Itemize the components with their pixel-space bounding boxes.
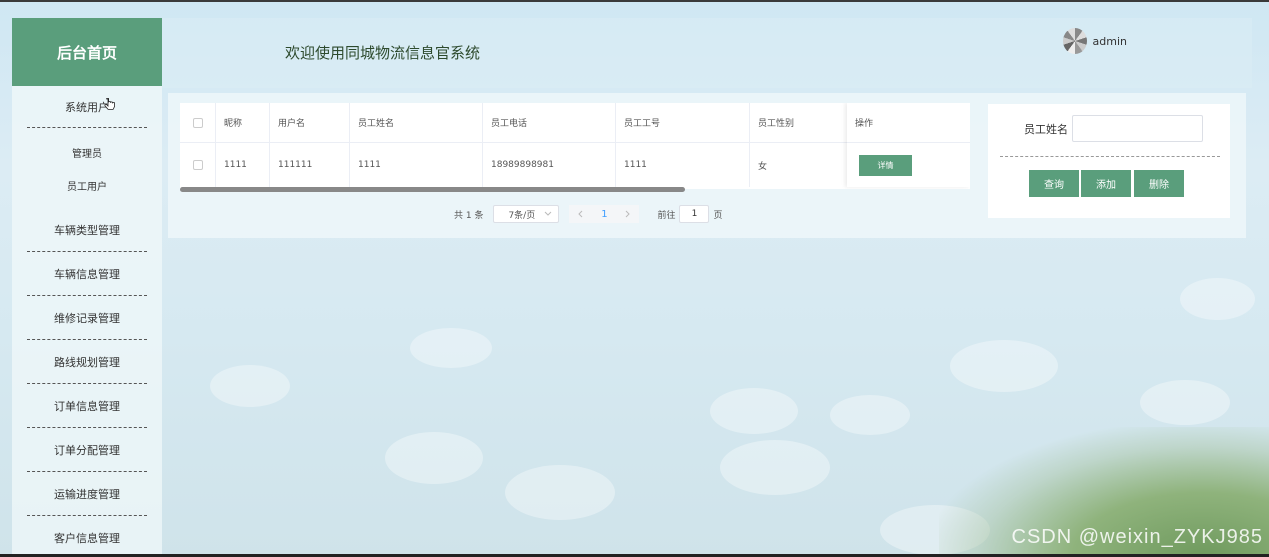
- top-header: 欢迎使用同城物流信息官系统 admin: [162, 18, 1252, 88]
- action-cell: 详情: [847, 143, 970, 187]
- user-menu[interactable]: admin: [1062, 28, 1127, 54]
- cell-nickname: 1111: [216, 143, 270, 187]
- search-label: 员工姓名: [1024, 123, 1068, 136]
- window-frame-top: [0, 0, 1269, 2]
- sidebar-subitem-label: 员工用户: [67, 182, 107, 193]
- sidebar-item-label: 车辆类型管理: [54, 224, 120, 237]
- background-bokeh: [210, 365, 290, 407]
- sidebar-subitem-label: 管理员: [72, 149, 102, 160]
- select-all-cell: [180, 103, 216, 142]
- sidebar-item-order-info[interactable]: 订单信息管理: [12, 384, 162, 428]
- chevron-down-icon: [545, 211, 552, 216]
- sidebar-item-label: 订单分配管理: [54, 444, 120, 457]
- submenu-system-users: 管理员 员工用户: [12, 128, 162, 208]
- background-bokeh: [950, 340, 1058, 392]
- sidebar-subitem-admin[interactable]: 管理员: [12, 136, 162, 169]
- page-number-current[interactable]: 1: [601, 209, 607, 220]
- sidebar-subitem-employee-users[interactable]: 员工用户: [12, 169, 162, 202]
- page-title: 欢迎使用同城物流信息官系统: [285, 44, 481, 62]
- hand-cursor-icon: [104, 98, 115, 110]
- background-bokeh: [720, 440, 830, 495]
- cell-employee-name: 1111: [350, 143, 483, 187]
- sidebar-item-order-assignment[interactable]: 订单分配管理: [12, 428, 162, 472]
- row-checkbox[interactable]: [192, 160, 203, 170]
- page-size-select[interactable]: 7条/页: [493, 205, 560, 223]
- goto-page-input[interactable]: 1: [679, 205, 710, 223]
- column-header-employee-phone[interactable]: 员工电话: [483, 103, 616, 142]
- employee-name-search-input[interactable]: [1072, 115, 1203, 142]
- column-header-employee-number[interactable]: 员工工号: [616, 103, 750, 142]
- search-panel: 员工姓名 查询 添加 删除: [988, 104, 1230, 218]
- column-header-username[interactable]: 用户名: [270, 103, 350, 142]
- background-bokeh: [1140, 380, 1230, 425]
- avatar[interactable]: [1062, 28, 1087, 54]
- column-header-actions: 操作: [847, 103, 970, 143]
- background-bokeh: [830, 395, 910, 435]
- brand-label: 后台首页: [56, 43, 117, 62]
- cell-employee-phone: 18989898981: [483, 143, 616, 187]
- sidebar-item-label: 维修记录管理: [54, 312, 120, 325]
- query-button[interactable]: 查询: [1029, 170, 1079, 197]
- column-header-employee-name[interactable]: 员工姓名: [350, 103, 483, 142]
- chevron-right-icon[interactable]: [625, 210, 631, 218]
- sidebar: 后台首页 系统用户 管理员 员工用户 车辆类型管理 车辆信息管理 维修记录管理 …: [12, 18, 162, 557]
- background-bokeh: [385, 432, 483, 484]
- select-all-checkbox[interactable]: [192, 117, 203, 128]
- page-navigator: 1: [569, 205, 640, 223]
- delete-button[interactable]: 删除: [1134, 170, 1184, 197]
- data-table: 昵称 用户名 员工姓名 员工电话 员工工号 员工性别 1111 111111 1…: [180, 103, 970, 189]
- main-content: 昵称 用户名 员工姓名 员工电话 员工工号 员工性别 1111 111111 1…: [168, 93, 1246, 238]
- sidebar-item-label: 客户信息管理: [54, 532, 120, 545]
- sidebar-brand-home[interactable]: 后台首页: [12, 18, 162, 86]
- detail-button[interactable]: 详情: [859, 154, 912, 176]
- add-button[interactable]: 添加: [1081, 170, 1131, 197]
- column-header-employee-gender[interactable]: 员工性别: [750, 103, 850, 142]
- cell-employee-number: 1111: [616, 143, 750, 187]
- page-size-value: 7条/页: [508, 210, 536, 221]
- chevron-left-icon[interactable]: [577, 210, 583, 218]
- pagination-total: 共 1 条: [454, 210, 484, 221]
- background-bokeh: [505, 465, 615, 520]
- background-bokeh: [710, 388, 798, 434]
- sidebar-item-label: 运输进度管理: [54, 488, 120, 501]
- cell-username: 111111: [270, 143, 350, 187]
- sidebar-item-vehicle-info[interactable]: 车辆信息管理: [12, 252, 162, 296]
- table-horizontal-scrollbar[interactable]: [180, 187, 685, 192]
- sidebar-item-vehicle-type[interactable]: 车辆类型管理: [12, 208, 162, 252]
- background-bokeh: [410, 328, 492, 368]
- sidebar-item-route-planning[interactable]: 路线规划管理: [12, 340, 162, 384]
- sidebar-item-system-users[interactable]: 系统用户: [12, 86, 162, 128]
- watermark: CSDN @weixin_ZYKJ985: [1011, 526, 1263, 548]
- goto-prefix: 前往: [657, 210, 676, 221]
- sidebar-item-label: 订单信息管理: [54, 400, 120, 413]
- sidebar-item-maintenance[interactable]: 维修记录管理: [12, 296, 162, 340]
- sidebar-item-label: 系统用户: [65, 101, 109, 114]
- search-divider: [1000, 156, 1220, 157]
- row-select-cell: [180, 143, 216, 187]
- fixed-action-column: 操作 详情: [847, 103, 970, 187]
- column-header-nickname[interactable]: 昵称: [216, 103, 270, 142]
- goto-suffix: 页: [713, 210, 723, 221]
- pagination: 共 1 条 7条/页 1 前往 1 页: [454, 205, 722, 223]
- sidebar-item-customer-info[interactable]: 客户信息管理: [12, 516, 162, 557]
- username-label: admin: [1092, 34, 1127, 48]
- background-bokeh: [1180, 278, 1255, 320]
- sidebar-item-label: 车辆信息管理: [54, 268, 120, 281]
- sidebar-item-label: 路线规划管理: [54, 356, 120, 369]
- cell-employee-gender: 女: [758, 161, 768, 172]
- sidebar-item-transport-progress[interactable]: 运输进度管理: [12, 472, 162, 516]
